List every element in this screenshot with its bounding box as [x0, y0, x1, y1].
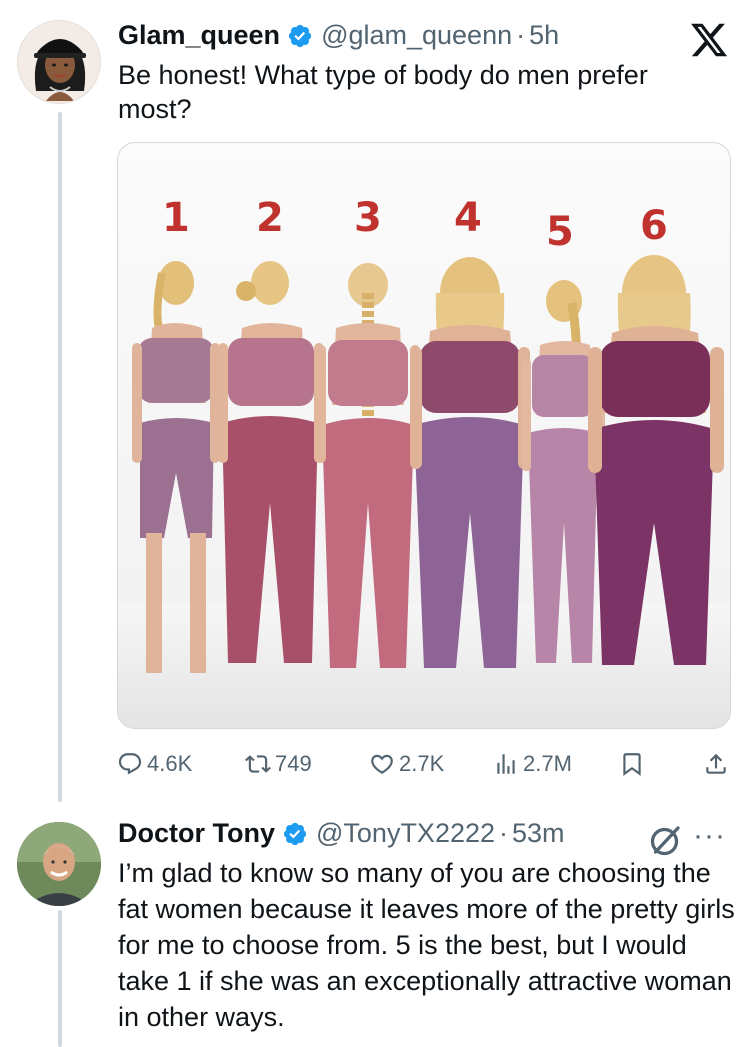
- verified-badge-icon: [288, 24, 312, 47]
- timestamp[interactable]: 53m: [512, 818, 565, 849]
- author-name[interactable]: Doctor Tony: [118, 818, 275, 849]
- reply-text: I’m glad to know so many of you are choo…: [118, 858, 735, 1032]
- image-label-5: 5: [546, 209, 574, 255]
- separator: ·: [516, 20, 526, 50]
- thread-line: [58, 112, 62, 802]
- avatar[interactable]: [17, 20, 101, 104]
- repost-button[interactable]: 749: [245, 748, 312, 780]
- repost-icon: [245, 755, 271, 773]
- image-label-1: 1: [162, 195, 190, 241]
- tweet-header: Glam_queen @glam_queenn · 5h: [118, 20, 559, 51]
- views-button[interactable]: 2.7M: [493, 748, 572, 780]
- thread-line: [58, 910, 62, 1047]
- author-name[interactable]: Glam_queen: [118, 20, 280, 51]
- author-handle[interactable]: @glam_queenn: [321, 20, 512, 51]
- views-count: 2.7M: [523, 751, 572, 776]
- share-button[interactable]: [703, 748, 733, 780]
- grok-icon[interactable]: [648, 822, 684, 858]
- image-label-6: 6: [640, 203, 668, 249]
- author-handle[interactable]: @TonyTX2222: [316, 818, 495, 849]
- verified-badge-icon: [283, 822, 307, 845]
- x-logo-icon[interactable]: [688, 20, 730, 60]
- image-label-4: 4: [454, 195, 482, 241]
- views-icon: [497, 754, 515, 774]
- like-button[interactable]: 2.7K: [369, 748, 444, 780]
- reply-button[interactable]: 4.6K: [117, 748, 192, 780]
- bookmark-icon: [623, 753, 641, 776]
- reply-icon: [118, 753, 142, 775]
- reply-header: Doctor Tony @TonyTX2222 · 53m: [118, 818, 565, 849]
- image-label-2: 2: [256, 195, 284, 241]
- like-count: 2.7K: [399, 751, 445, 776]
- avatar[interactable]: [17, 822, 101, 906]
- separator: ·: [499, 818, 509, 848]
- tweet-image[interactable]: 1 2 3 4 5 6: [117, 142, 731, 729]
- bookmark-button[interactable]: [619, 748, 649, 780]
- timestamp[interactable]: 5h: [529, 20, 559, 51]
- like-icon: [371, 754, 393, 774]
- action-bar: 4.6K 749 2.7K 2.7M: [117, 748, 731, 780]
- tweet-text: Be honest! What type of body do men pref…: [118, 60, 648, 124]
- image-label-3: 3: [354, 195, 382, 241]
- share-icon: [706, 753, 726, 774]
- repost-count: 749: [275, 751, 312, 776]
- more-icon[interactable]: ···: [693, 821, 733, 854]
- reply-count: 4.6K: [147, 751, 193, 776]
